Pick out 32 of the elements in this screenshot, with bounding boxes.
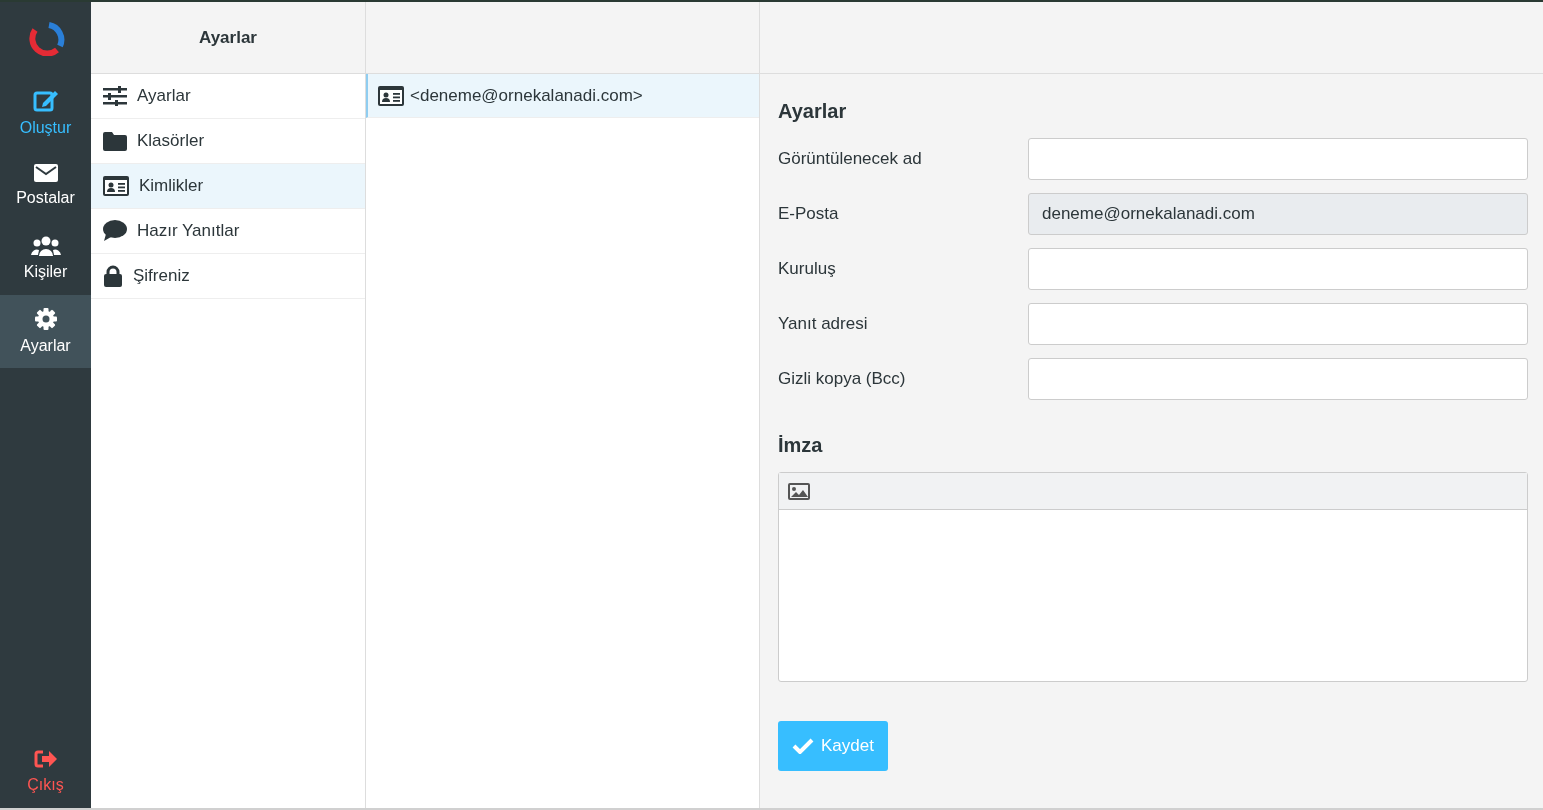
nav-item[interactable]: Oluştur (0, 76, 91, 149)
logout-link[interactable]: Çıkış (0, 735, 91, 808)
id-card-icon (103, 176, 129, 196)
settings-list-item[interactable]: Kimlikler (91, 164, 365, 209)
id-card-icon (378, 85, 404, 106)
input-field[interactable] (1028, 248, 1528, 290)
checkmark-icon (792, 737, 814, 755)
input-field[interactable] (1028, 303, 1528, 345)
sliders-icon (103, 86, 127, 106)
input-field: deneme@ornekalanadi.com (1028, 193, 1528, 235)
speech-bubble-icon (103, 220, 127, 242)
field-label: E-Posta (778, 203, 840, 225)
input-field[interactable] (1028, 138, 1528, 180)
settings-list-item[interactable]: Ayarlar (91, 74, 365, 119)
padlock-icon (103, 265, 123, 287)
field-label: Görüntülenecek ad (778, 148, 923, 170)
field-label: Yanıt adresi (778, 313, 869, 335)
folder-icon (103, 131, 127, 151)
logo-icon (26, 22, 65, 56)
identity-list-item[interactable]: <deneme@ornekalanadi.com> (366, 74, 759, 118)
section-heading: Ayarlar (778, 99, 848, 124)
settings-list-item[interactable]: Hazır Yanıtlar (91, 209, 365, 254)
column-title: Ayarlar (91, 2, 365, 74)
nav-item[interactable]: Kişiler (0, 222, 91, 295)
nav-item[interactable]: Ayarlar (0, 295, 91, 368)
section-heading: İmza (778, 433, 824, 458)
nav-item[interactable]: Postalar (0, 149, 91, 222)
input-field[interactable] (1028, 358, 1528, 400)
settings-list-item[interactable]: Şifreniz (91, 254, 365, 299)
field-label: Gizli kopya (Bcc) (778, 368, 907, 390)
field-label: Kuruluş (778, 258, 837, 280)
image-icon[interactable] (788, 482, 810, 500)
